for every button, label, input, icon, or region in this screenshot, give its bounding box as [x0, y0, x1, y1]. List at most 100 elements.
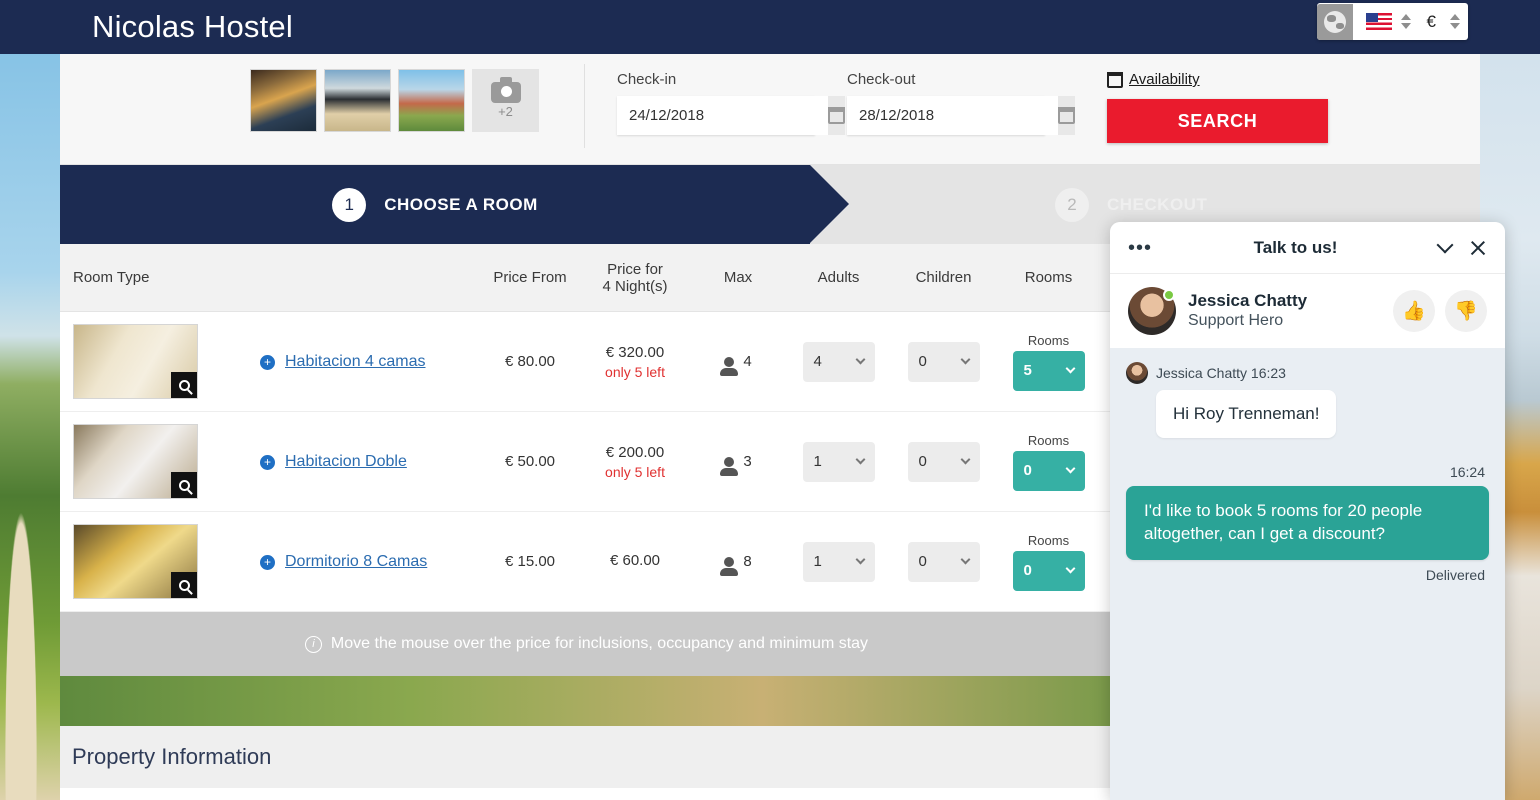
- step-label: CHOOSE A ROOM: [384, 194, 538, 214]
- agent-info: Jessica Chatty Support Hero: [1188, 291, 1307, 331]
- photo-gallery: +2: [60, 54, 539, 132]
- children-select[interactable]: 0: [907, 441, 980, 482]
- rooms-select-label: Rooms: [1027, 432, 1070, 448]
- adults-select[interactable]: 1: [802, 541, 875, 582]
- table-header-row: Room Type Price From Price for 4 Night(s…: [60, 244, 1113, 312]
- rooms-select[interactable]: 0: [1012, 450, 1085, 491]
- avatar: [1126, 362, 1148, 384]
- info-icon: i: [304, 635, 322, 653]
- calendar-icon: [1058, 107, 1075, 124]
- max-cell: 4: [690, 353, 786, 376]
- price-from-cell: € 50.00: [480, 453, 580, 470]
- chevron-down-icon: [1065, 563, 1075, 574]
- chat-message-outgoing: 16:24 I'd like to book 5 rooms for 20 pe…: [1126, 464, 1489, 583]
- gallery-more-label: +2: [498, 104, 513, 119]
- availability-note: only 5 left: [605, 463, 665, 480]
- chevron-down-icon[interactable]: [1436, 236, 1454, 253]
- message-meta: Jessica Chatty 16:23: [1126, 362, 1489, 384]
- message-bubble: Hi Roy Trenneman!: [1156, 390, 1337, 438]
- checkout-field[interactable]: [847, 96, 1075, 135]
- rooms-value: 0: [1023, 462, 1032, 479]
- us-flag-icon[interactable]: [1365, 13, 1392, 30]
- rooms-table: Room Type Price From Price for 4 Night(s…: [60, 244, 1113, 676]
- adults-select[interactable]: 4: [802, 341, 875, 382]
- room-thumbnail[interactable]: [73, 424, 198, 499]
- adults-cell: 1: [786, 441, 891, 482]
- person-icon: [720, 456, 739, 476]
- decorative-band: [60, 676, 1113, 726]
- checkout-input[interactable]: [847, 96, 1058, 135]
- price-total-cell: € 320.00 only 5 left: [580, 344, 690, 380]
- gallery-more-button[interactable]: +2: [472, 69, 539, 132]
- table-row: + Habitacion 4 camas € 80.00 € 320.00 on…: [60, 312, 1113, 412]
- max-value: 8: [743, 553, 752, 570]
- thumbs-down-icon[interactable]: 👎: [1445, 290, 1487, 332]
- children-cell: 0: [891, 541, 996, 582]
- children-select[interactable]: 0: [907, 541, 980, 582]
- gallery-thumbnail-2[interactable]: [324, 69, 391, 132]
- chat-title: Talk to us!: [1253, 237, 1338, 257]
- availability-group: Availability SEARCH: [1045, 54, 1328, 143]
- chat-widget: ••• Talk to us! Jessica Chatty Support H…: [1110, 222, 1505, 800]
- language-spinner[interactable]: [1400, 14, 1411, 29]
- children-value: 0: [918, 453, 927, 470]
- gallery-thumbnail-1[interactable]: [250, 69, 317, 132]
- adults-value: 1: [813, 553, 822, 570]
- globe-icon: [1323, 10, 1346, 33]
- thumbs-up-icon[interactable]: 👍: [1393, 290, 1435, 332]
- adults-cell: 1: [786, 541, 891, 582]
- children-select[interactable]: 0: [907, 341, 980, 382]
- rooms-select-label: Rooms: [1027, 532, 1070, 548]
- rating-buttons: 👍 👎: [1393, 290, 1487, 332]
- magnifier-icon[interactable]: [171, 372, 197, 398]
- room-name-cell: + Dormitorio 8 Camas: [260, 551, 480, 572]
- calendar-icon: [828, 107, 845, 124]
- rooms-select[interactable]: 0: [1012, 550, 1085, 591]
- person-icon: [720, 556, 739, 576]
- column-price-line2: 4 Night(s): [602, 277, 668, 295]
- children-value: 0: [918, 553, 927, 570]
- room-thumbnail[interactable]: [73, 324, 198, 399]
- chat-message-list: Jessica Chatty 16:23 Hi Roy Trenneman! 1…: [1110, 348, 1505, 800]
- magnifier-icon[interactable]: [171, 572, 197, 598]
- gallery-thumbnail-3[interactable]: [398, 69, 465, 132]
- chevron-down-icon: [960, 354, 970, 365]
- checkin-input[interactable]: [617, 96, 828, 135]
- plus-circle-icon[interactable]: +: [260, 554, 275, 570]
- column-price-for-nights: Price for 4 Night(s): [580, 261, 690, 295]
- camera-icon: [490, 77, 521, 103]
- currency-language-widget: €: [1316, 3, 1468, 40]
- globe-button[interactable]: [1316, 3, 1353, 40]
- step-number: 1: [332, 187, 367, 222]
- plus-circle-icon[interactable]: +: [260, 354, 275, 370]
- room-name-link[interactable]: Habitacion Doble: [285, 451, 407, 472]
- room-thumbnail[interactable]: [73, 524, 198, 599]
- search-button[interactable]: SEARCH: [1107, 99, 1328, 143]
- checkin-field[interactable]: [617, 96, 845, 135]
- currency-symbol[interactable]: €: [1427, 12, 1436, 32]
- price-total-value: € 320.00: [605, 343, 665, 361]
- price-hint-text: Move the mouse over the price for inclus…: [330, 635, 869, 652]
- close-icon[interactable]: [1469, 239, 1487, 257]
- currency-spinner[interactable]: [1450, 14, 1460, 29]
- property-information-heading: Property Information: [72, 744, 272, 769]
- step-number: 2: [1055, 187, 1089, 222]
- adults-value: 1: [813, 453, 822, 470]
- agent-role: Support Hero: [1188, 312, 1284, 330]
- max-value: 4: [743, 353, 752, 370]
- room-name-link[interactable]: Dormitorio 8 Camas: [285, 551, 427, 572]
- room-image-cell: [60, 424, 260, 499]
- magnifier-icon[interactable]: [171, 472, 197, 498]
- availability-label: Availability: [1129, 71, 1200, 88]
- availability-link[interactable]: Availability: [1107, 71, 1328, 88]
- checkin-label: Check-in: [617, 71, 677, 88]
- adults-select[interactable]: 1: [802, 441, 875, 482]
- column-price-from: Price From: [493, 269, 567, 286]
- plus-circle-icon[interactable]: +: [260, 454, 275, 470]
- step-choose-a-room[interactable]: 1 CHOOSE A ROOM: [60, 165, 849, 244]
- room-image-cell: [60, 524, 260, 599]
- room-name-link[interactable]: Habitacion 4 camas: [285, 351, 426, 372]
- rooms-select[interactable]: 5: [1012, 350, 1085, 391]
- rooms-select-label: Rooms: [1027, 332, 1070, 348]
- column-children: Children: [915, 269, 972, 286]
